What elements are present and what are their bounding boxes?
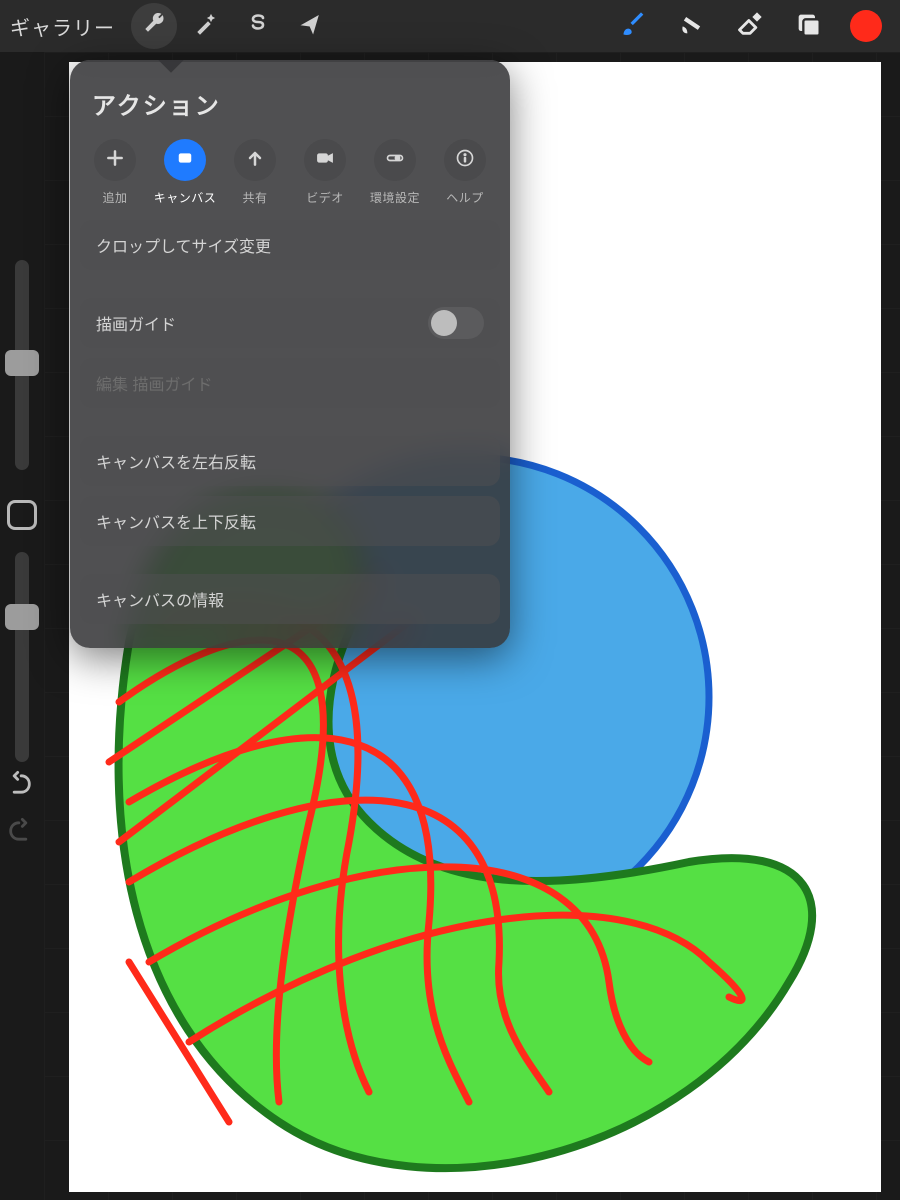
actions-popover: アクション 追加 キャンバス 共有 ビデオ 環境設定 bbox=[70, 60, 510, 648]
row-flip-horizontal[interactable]: キャンバスを左右反転 bbox=[80, 436, 500, 486]
prefs-icon bbox=[385, 148, 405, 173]
top-toolbar: ギャラリー bbox=[0, 0, 900, 52]
canvas-icon bbox=[175, 148, 195, 173]
tab-video[interactable]: ビデオ bbox=[290, 139, 360, 206]
undo-icon[interactable] bbox=[6, 770, 34, 803]
row-drawing-guide[interactable]: 描画ガイド bbox=[80, 298, 500, 348]
redo-icon[interactable] bbox=[6, 817, 34, 850]
layers-button[interactable] bbox=[782, 0, 834, 52]
tab-help[interactable]: ヘルプ bbox=[430, 139, 500, 206]
tab-prefs[interactable]: 環境設定 bbox=[360, 139, 430, 206]
color-button[interactable] bbox=[840, 0, 892, 52]
popover-tabs: 追加 キャンバス 共有 ビデオ 環境設定 ヘルプ bbox=[70, 139, 510, 220]
row-crop-label: クロップしてサイズ変更 bbox=[96, 233, 271, 257]
tab-share-label: 共有 bbox=[242, 189, 267, 206]
actions-button[interactable] bbox=[131, 3, 177, 49]
tab-canvas[interactable]: キャンバス bbox=[150, 139, 220, 206]
app-root: ギャラリー bbox=[0, 0, 900, 1200]
row-canvas-info[interactable]: キャンバスの情報 bbox=[80, 574, 500, 624]
undo-redo-group bbox=[6, 770, 34, 850]
opacity-thumb[interactable] bbox=[5, 604, 39, 630]
row-flip-v-label: キャンバスを上下反転 bbox=[96, 509, 256, 533]
row-edit-guide: 編集 描画ガイド bbox=[80, 358, 500, 408]
tab-add[interactable]: 追加 bbox=[80, 139, 150, 206]
row-crop-resize[interactable]: クロップしてサイズ変更 bbox=[80, 220, 500, 270]
row-flip-vertical[interactable]: キャンバスを上下反転 bbox=[80, 496, 500, 546]
brush-button[interactable] bbox=[608, 0, 660, 52]
video-icon bbox=[315, 148, 335, 173]
s-select-icon bbox=[246, 12, 270, 41]
gallery-button[interactable]: ギャラリー bbox=[8, 12, 125, 41]
share-up-icon bbox=[245, 148, 265, 173]
brush-icon bbox=[620, 10, 648, 43]
opacity-slider[interactable] bbox=[15, 552, 29, 762]
wrench-icon bbox=[142, 12, 166, 41]
tab-share[interactable]: 共有 bbox=[220, 139, 290, 206]
info-icon bbox=[455, 148, 475, 173]
plus-icon bbox=[105, 148, 125, 173]
arrow-icon bbox=[298, 12, 322, 41]
tab-help-label: ヘルプ bbox=[446, 189, 484, 206]
brush-size-thumb[interactable] bbox=[5, 350, 39, 376]
modify-button[interactable] bbox=[7, 500, 37, 530]
adjustments-button[interactable] bbox=[183, 3, 229, 49]
tab-video-label: ビデオ bbox=[306, 189, 344, 206]
selection-button[interactable] bbox=[235, 3, 281, 49]
row-info-label: キャンバスの情報 bbox=[96, 587, 224, 611]
row-guide-label: 描画ガイド bbox=[96, 311, 428, 335]
color-swatch bbox=[850, 10, 882, 42]
smudge-icon bbox=[678, 10, 706, 43]
wand-icon bbox=[194, 12, 218, 41]
tab-add-label: 追加 bbox=[102, 189, 127, 206]
drawing-guide-toggle[interactable] bbox=[428, 307, 484, 339]
tab-canvas-label: キャンバス bbox=[154, 189, 217, 206]
brush-size-slider[interactable] bbox=[15, 260, 29, 470]
eraser-button[interactable] bbox=[724, 0, 776, 52]
side-rail bbox=[0, 260, 44, 792]
eraser-icon bbox=[736, 10, 764, 43]
layers-icon bbox=[794, 10, 822, 43]
smudge-button[interactable] bbox=[666, 0, 718, 52]
transform-button[interactable] bbox=[287, 3, 333, 49]
row-edit-guide-label: 編集 描画ガイド bbox=[96, 371, 212, 395]
row-flip-h-label: キャンバスを左右反転 bbox=[96, 449, 256, 473]
canvas-options-list: クロップしてサイズ変更 描画ガイド 編集 描画ガイド キャンバスを左右反転 キャ… bbox=[70, 220, 510, 648]
toggle-knob bbox=[431, 310, 457, 336]
popover-title: アクション bbox=[70, 60, 510, 139]
tab-prefs-label: 環境設定 bbox=[370, 189, 420, 206]
